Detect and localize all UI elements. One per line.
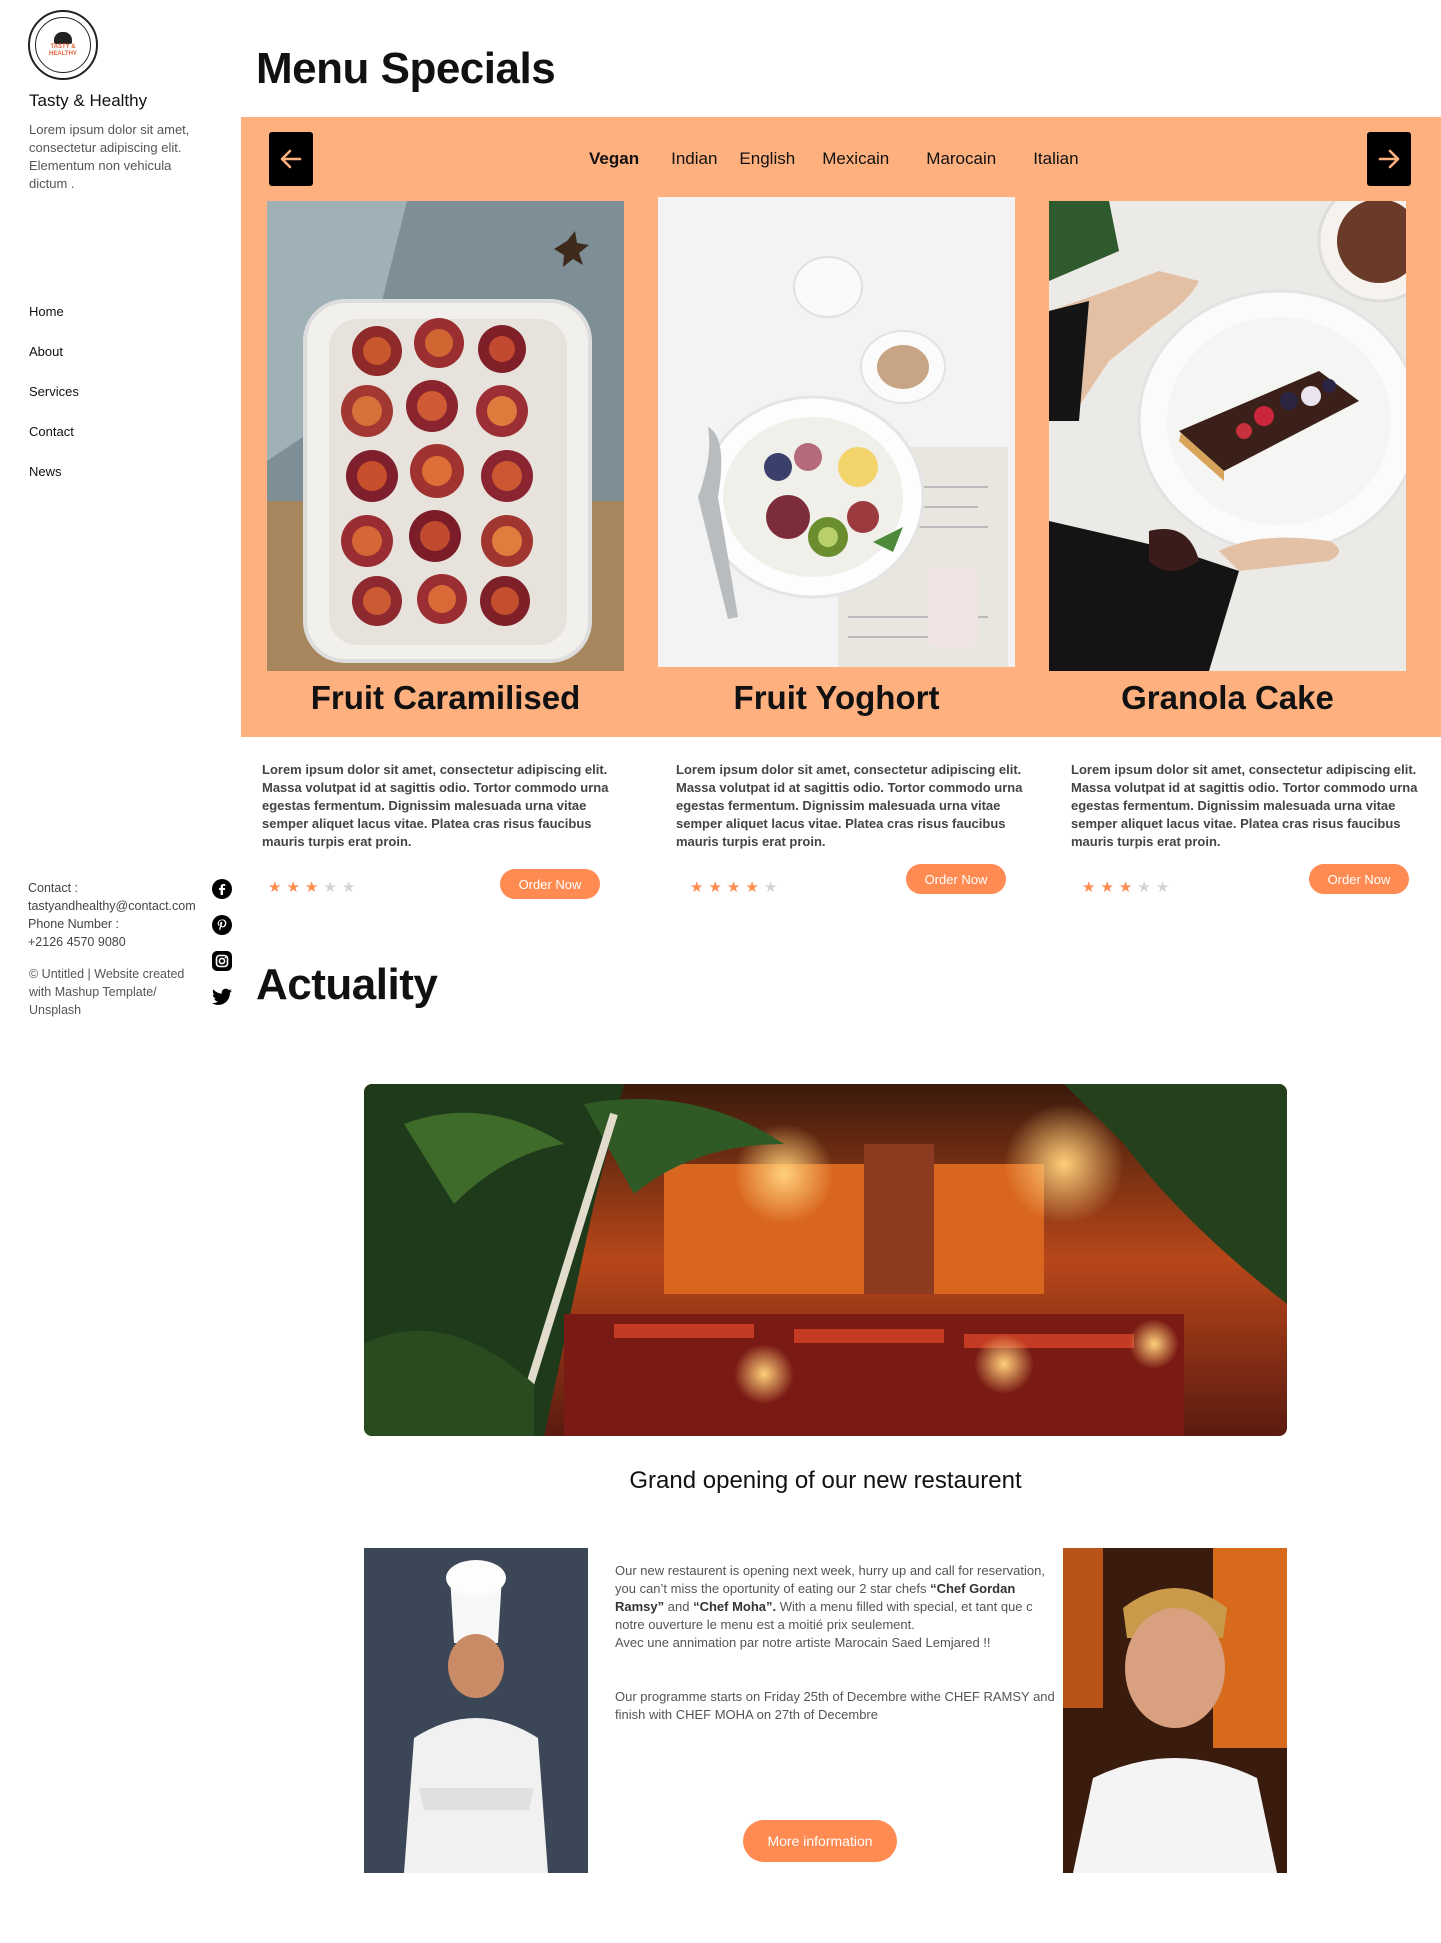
star-icon: ★ xyxy=(286,879,305,896)
news-text-and: and xyxy=(664,1599,694,1614)
card-description-fruit-caramilised: Lorem ipsum dolor sit amet, consectetur … xyxy=(262,762,609,849)
cuisine-tabs: Vegan Indian English Mexicain Marocain I… xyxy=(589,149,1079,169)
chef-moha-photo xyxy=(364,1548,588,1873)
star-icon: ★ xyxy=(323,879,342,896)
star-icon: ★ xyxy=(1137,879,1156,896)
star-icon: ★ xyxy=(726,879,746,896)
arrow-left-icon xyxy=(280,149,302,169)
carousel-next-button[interactable] xyxy=(1367,132,1411,186)
star-icon: ★ xyxy=(1100,879,1119,896)
main-nav: Home About Services Contact News xyxy=(29,302,79,502)
chef-hat-icon xyxy=(54,32,72,44)
nav-item-home[interactable]: Home xyxy=(29,302,79,342)
contact-email[interactable]: tastyandhealthy@contact.com xyxy=(28,897,218,915)
contact-info: Contact : tastyandhealthy@contact.com Ph… xyxy=(28,879,218,951)
order-now-button[interactable]: Order Now xyxy=(500,869,600,899)
phone-number[interactable]: +2126 4570 9080 xyxy=(28,933,218,951)
phone-label: Phone Number : xyxy=(28,917,120,931)
nav-item-contact[interactable]: Contact xyxy=(29,422,79,462)
granola-cake-image[interactable] xyxy=(1049,201,1406,671)
rating-stars-granola-cake: ★★★★★ xyxy=(1082,878,1174,896)
brand-tagline: Lorem ipsum dolor sit amet, consectetur … xyxy=(29,122,190,191)
menu-specials-title: Menu Specials xyxy=(256,44,556,93)
facebook-icon[interactable] xyxy=(211,878,233,900)
star-icon: ★ xyxy=(268,879,287,896)
twitter-icon[interactable] xyxy=(211,986,233,1008)
card-title-fruit-caramilised: Fruit Caramilised xyxy=(310,679,581,716)
restaurant-image[interactable] xyxy=(364,1084,1287,1436)
nav-item-about[interactable]: About xyxy=(29,342,79,382)
card-title-fruit-yoghort: Fruit Yoghort xyxy=(733,679,940,716)
news-text-animation: Avec une annimation par notre artiste Ma… xyxy=(615,1635,991,1650)
star-icon: ★ xyxy=(708,879,727,896)
carousel-prev-button[interactable] xyxy=(269,132,313,186)
tab-italian[interactable]: Italian xyxy=(1033,149,1078,169)
menu-carousel: Vegan Indian English Mexicain Marocain I… xyxy=(241,117,1441,737)
nav-item-news[interactable]: News xyxy=(29,462,79,502)
logo-badge: TASTY & HEALTHY xyxy=(35,17,91,73)
more-information-button[interactable]: More information xyxy=(743,1820,897,1862)
logo[interactable]: TASTY & HEALTHY xyxy=(28,10,98,80)
logo-text: TASTY & HEALTHY xyxy=(49,44,77,57)
star-icon: ★ xyxy=(1082,879,1101,896)
chef-moha-name: “Chef Moha”. xyxy=(693,1599,777,1614)
news-paragraph-1: Our new restaurent is opening next week,… xyxy=(615,1562,1055,1652)
nav-item-services[interactable]: Services xyxy=(29,382,79,422)
star-icon: ★ xyxy=(304,879,324,896)
social-links xyxy=(211,878,235,1022)
tab-indian[interactable]: Indian xyxy=(671,149,717,169)
rating-stars-fruit-caramilised: ★★★★★ xyxy=(268,878,360,896)
contact-label: Contact : xyxy=(28,881,79,895)
fruit-caramilised-image[interactable] xyxy=(267,201,624,671)
chef-ramsy-photo xyxy=(1063,1548,1287,1873)
card-description-fruit-yoghort: Lorem ipsum dolor sit amet, consectetur … xyxy=(676,762,1023,849)
card-title-granola-cake: Granola Cake xyxy=(1121,679,1334,716)
pinterest-icon[interactable] xyxy=(211,914,233,936)
tab-mexicain[interactable]: Mexicain xyxy=(822,149,889,169)
actuality-title: Actuality xyxy=(256,960,438,1009)
star-icon: ★ xyxy=(341,879,361,896)
instagram-icon[interactable] xyxy=(211,950,233,972)
tab-marocain[interactable]: Marocain xyxy=(926,149,996,169)
arrow-right-icon xyxy=(1378,149,1400,169)
copyright: © Untitled | Website created with Mashup… xyxy=(29,967,185,1017)
brand-name: Tasty & Healthy xyxy=(29,91,148,110)
star-icon: ★ xyxy=(690,879,709,896)
card-description-granola-cake: Lorem ipsum dolor sit amet, consectetur … xyxy=(1071,762,1418,849)
star-icon: ★ xyxy=(1155,879,1175,896)
tab-vegan[interactable]: Vegan xyxy=(589,149,639,169)
news-body: Our new restaurent is opening next week,… xyxy=(615,1562,1055,1724)
star-icon: ★ xyxy=(763,879,783,896)
order-now-button[interactable]: Order Now xyxy=(906,864,1006,894)
star-icon: ★ xyxy=(745,879,764,896)
rating-stars-fruit-yoghort: ★★★★★ xyxy=(690,878,782,896)
fruit-yoghort-image[interactable] xyxy=(658,197,1015,667)
star-icon: ★ xyxy=(1118,879,1138,896)
tab-english[interactable]: English xyxy=(739,149,795,169)
news-headline: Grand opening of our new restaurent xyxy=(629,1467,1022,1494)
news-paragraph-2: Our programme starts on Friday 25th of D… xyxy=(615,1689,1055,1722)
order-now-button[interactable]: Order Now xyxy=(1309,864,1409,894)
